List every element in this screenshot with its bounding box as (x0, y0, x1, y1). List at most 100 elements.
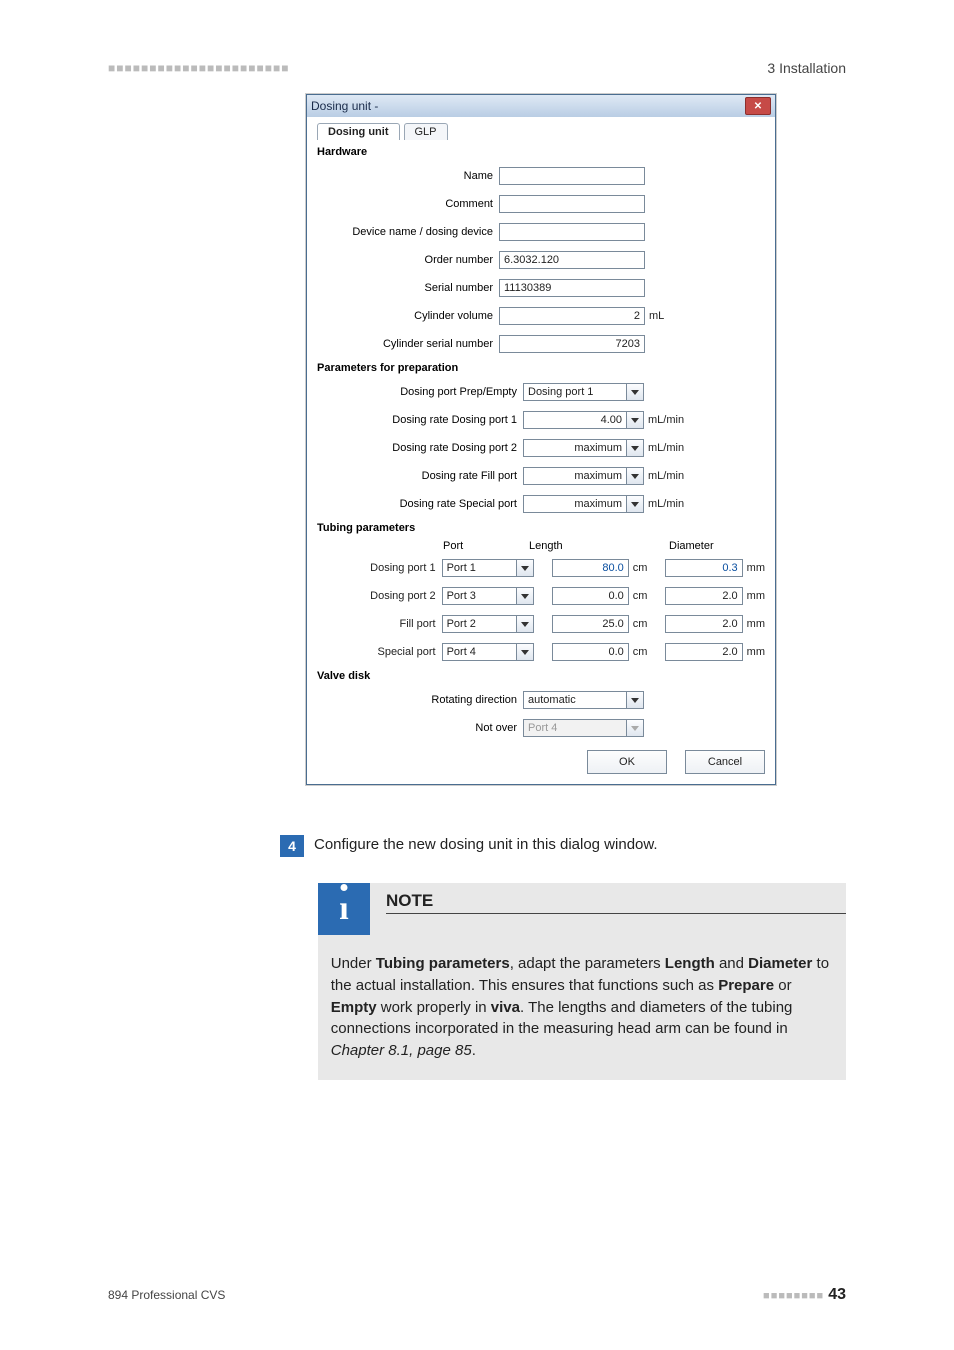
dialog-titlebar: Dosing unit - ✕ (307, 95, 775, 117)
tab-dosing-unit[interactable]: Dosing unit (317, 123, 400, 140)
tubing-label: Fill port (317, 618, 442, 630)
section-valve: Valve disk (317, 670, 765, 682)
cylvol-unit: mL (649, 310, 664, 322)
cancel-button[interactable]: Cancel (685, 750, 765, 774)
name-field[interactable] (499, 167, 645, 185)
chevron-down-icon[interactable] (626, 439, 644, 457)
tubing-port-select[interactable]: Port 2 (442, 615, 517, 633)
tubing-row: Dosing port 1 Port 1 80.0 cm 0.3 mm (317, 556, 765, 580)
comment-field[interactable] (499, 195, 645, 213)
tab-glp[interactable]: GLP (404, 123, 448, 140)
r2-unit: mL/min (648, 442, 684, 454)
tubing-length-field[interactable]: 80.0 (552, 559, 629, 577)
section-tubing: Tubing parameters (317, 522, 765, 534)
rs-field[interactable]: maximum (523, 495, 627, 513)
dpe-select[interactable]: Dosing port 1 (523, 383, 627, 401)
label-r2: Dosing rate Dosing port 2 (317, 442, 523, 454)
tubing-length-field[interactable]: 25.0 (552, 615, 629, 633)
tubing-dia-unit: mm (747, 590, 765, 602)
page-number: 43 (828, 1286, 846, 1303)
tubing-label: Dosing port 1 (317, 562, 442, 574)
label-rs: Dosing rate Special port (317, 498, 523, 510)
chevron-down-icon[interactable] (516, 643, 534, 661)
note-box: ı NOTE Under Tubing parameters, adapt th… (318, 883, 846, 1080)
tubing-port-select[interactable]: Port 3 (442, 587, 517, 605)
rf-unit: mL/min (648, 470, 684, 482)
tubing-dia-unit: mm (747, 562, 765, 574)
tubing-header: Port Length Diameter (317, 540, 765, 552)
step-text: Configure the new dosing unit in this di… (314, 835, 658, 857)
dialog-title: Dosing unit - (311, 99, 378, 113)
chevron-down-icon[interactable] (626, 495, 644, 513)
r1-unit: mL/min (648, 414, 684, 426)
tubing-len-unit: cm (633, 590, 648, 602)
chevron-down-icon[interactable] (516, 559, 534, 577)
label-notover: Not over (317, 722, 523, 734)
label-cylvol: Cylinder volume (317, 310, 499, 322)
r2-field[interactable]: maximum (523, 439, 627, 457)
tubing-row: Fill port Port 2 25.0 cm 2.0 mm (317, 612, 765, 636)
step-number: 4 (280, 835, 304, 857)
tubing-label: Special port (317, 646, 442, 658)
label-r1: Dosing rate Dosing port 1 (317, 414, 523, 426)
tubing-len-unit: cm (633, 562, 648, 574)
tubing-row: Special port Port 4 0.0 cm 2.0 mm (317, 640, 765, 664)
label-rot: Rotating direction (317, 694, 523, 706)
r1-field[interactable]: 4.00 (523, 411, 627, 429)
label-order: Order number (317, 254, 499, 266)
tubing-label: Dosing port 2 (317, 590, 442, 602)
head-diameter: Diameter (621, 540, 759, 552)
tubing-len-unit: cm (633, 618, 648, 630)
chevron-down-icon[interactable] (626, 383, 644, 401)
tubing-diameter-field[interactable]: 0.3 (665, 559, 742, 577)
section-hardware: Hardware (317, 146, 765, 158)
chevron-down-icon[interactable] (626, 467, 644, 485)
rs-unit: mL/min (648, 498, 684, 510)
footer-decor: ■■■■■■■■ (763, 1290, 824, 1302)
tubing-dia-unit: mm (747, 618, 765, 630)
label-cylserial: Cylinder serial number (317, 338, 499, 350)
dialog-tabs: Dosing unit GLP (317, 123, 765, 140)
header-section: 3 Installation (767, 60, 846, 76)
chevron-down-icon[interactable] (626, 691, 644, 709)
label-comment: Comment (317, 198, 499, 210)
label-name: Name (317, 170, 499, 182)
label-serial: Serial number (317, 282, 499, 294)
label-rf: Dosing rate Fill port (317, 470, 523, 482)
chevron-down-icon (626, 719, 644, 737)
ok-button[interactable]: OK (587, 750, 667, 774)
dosing-unit-dialog: Dosing unit - ✕ Dosing unit GLP Hardware… (306, 94, 776, 785)
tubing-diameter-field[interactable]: 2.0 (665, 615, 742, 633)
serial-field[interactable]: 11130389 (499, 279, 645, 297)
tubing-diameter-field[interactable]: 2.0 (665, 587, 742, 605)
close-icon[interactable]: ✕ (745, 97, 771, 115)
label-device: Device name / dosing device (317, 226, 499, 238)
tubing-port-select[interactable]: Port 4 (442, 643, 517, 661)
info-icon: ı (318, 883, 370, 935)
tubing-row: Dosing port 2 Port 3 0.0 cm 2.0 mm (317, 584, 765, 608)
header-decor: ■■■■■■■■■■■■■■■■■■■■■■ (108, 61, 289, 75)
footer-left: 894 Professional CVS (108, 1288, 225, 1302)
tubing-length-field[interactable]: 0.0 (552, 643, 629, 661)
cylvol-field[interactable]: 2 (499, 307, 645, 325)
section-prep: Parameters for preparation (317, 362, 765, 374)
head-length: Length (479, 540, 621, 552)
tubing-length-field[interactable]: 0.0 (552, 587, 629, 605)
device-field[interactable] (499, 223, 645, 241)
order-field[interactable]: 6.3032.120 (499, 251, 645, 269)
chevron-down-icon[interactable] (626, 411, 644, 429)
chevron-down-icon[interactable] (516, 587, 534, 605)
tubing-dia-unit: mm (747, 646, 765, 658)
note-body: Under Tubing parameters, adapt the param… (331, 935, 846, 1080)
rf-field[interactable]: maximum (523, 467, 627, 485)
chevron-down-icon[interactable] (516, 615, 534, 633)
cylserial-field[interactable]: 7203 (499, 335, 645, 353)
head-port: Port (443, 540, 479, 552)
note-title: NOTE (386, 891, 433, 910)
notover-select: Port 4 (523, 719, 627, 737)
tubing-len-unit: cm (633, 646, 648, 658)
tubing-diameter-field[interactable]: 2.0 (665, 643, 742, 661)
rot-select[interactable]: automatic (523, 691, 627, 709)
tubing-port-select[interactable]: Port 1 (442, 559, 517, 577)
label-dpe: Dosing port Prep/Empty (317, 386, 523, 398)
